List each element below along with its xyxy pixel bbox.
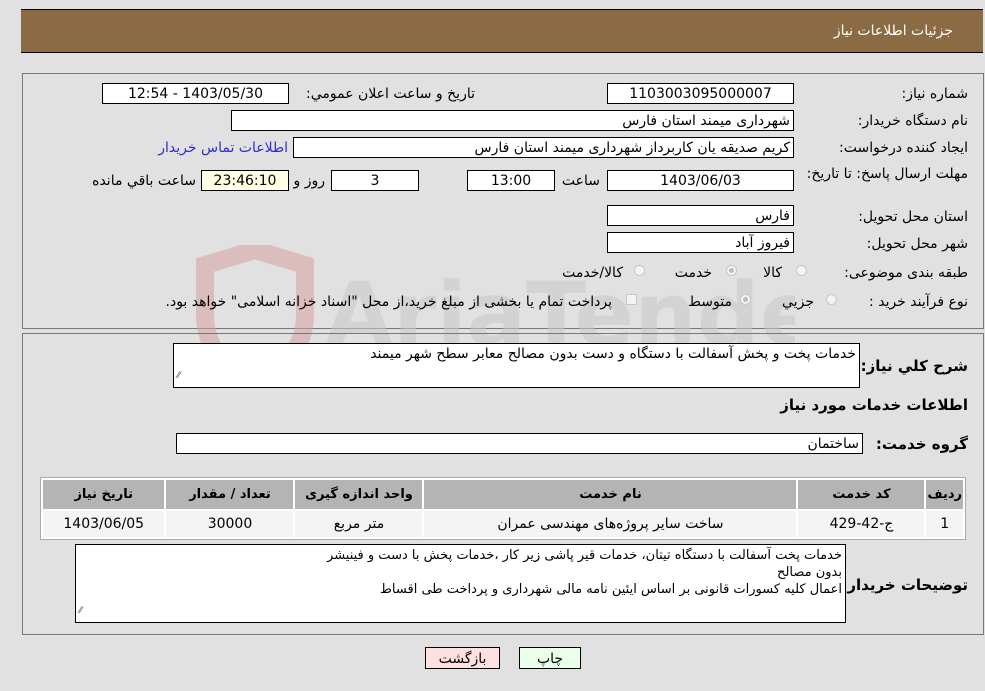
col-service-code: کد خدمت [798,480,925,509]
print-button[interactable]: چاپ [519,647,581,669]
col-service-name: نام خدمت [424,480,797,509]
col-quantity: تعداد / مقدار [166,480,294,509]
table-header-row: ردیف کد خدمت نام خدمت واحد اندازه گیری ت… [43,480,963,509]
creator-field: کریم صدیقه یان کاربرداز شهرداری میمند اس… [293,137,794,158]
announce-label: تاریخ و ساعت اعلان عمومي: [306,86,475,102]
cell-row-number: 1 [926,511,963,537]
cell-service-code: ج-42-429 [798,511,925,537]
time-remaining-label: ساعت باقي مانده [92,173,196,189]
time-remaining-field: 23:46:10 [201,170,289,191]
creator-label: ایجاد کننده درخواست: [839,140,968,156]
process-option-minor: جزيي [782,294,814,310]
services-section-title: اطلاعات خدمات مورد نیاز [780,396,968,414]
services-table: ردیف کد خدمت نام خدمت واحد اندازه گیری ت… [40,477,966,540]
process-option-medium: متوسط [688,294,732,310]
deadline-time-field: 13:00 [467,170,555,191]
days-remaining-field: 3 [331,170,419,191]
category-option-goods: کالا [763,265,782,281]
deadline-time-label: ساعت [561,173,600,189]
service-group-label: گروه خدمت: [875,435,968,453]
province-label: استان محل تحویل: [858,209,968,225]
city-label: شهر محل تحویل: [866,236,968,252]
deadline-date-field: 1403/06/03 [607,170,794,191]
category-radio-goods-service[interactable] [634,265,645,276]
buyer-org-field: شهرداری میمند استان فارس [231,110,794,131]
category-label: طبقه بندی موضوعی: [844,265,968,281]
buyer-notes-line: خدمات پخت آسفالت با دستگاه تیتان، خدمات … [327,548,842,563]
buyer-notes-textarea[interactable]: خدمات پخت آسفالت با دستگاه تیتان، خدمات … [75,544,846,623]
process-type-label: نوع فرآیند خرید : [869,294,968,310]
cell-service-name: ساخت سایر پروژه‌های مهندسی عمران [424,511,797,537]
treasury-checkbox[interactable] [626,294,637,305]
announce-datetime-field: 1403/05/30 - 12:54 [102,83,289,104]
cell-need-date: 1403/06/05 [43,511,165,537]
need-number-label: شماره نیاز: [901,86,969,102]
buyer-notes-line: اعمال کلیه کسورات قانونی بر اساس ایئین ن… [379,582,842,597]
deadline-label: مهلت ارسال پاسخ: تا تاریخ: [806,166,968,182]
category-option-goods-service: کالا/خدمت [562,265,623,281]
category-radio-goods[interactable] [796,265,807,276]
process-radio-medium[interactable] [740,294,751,305]
city-field: فیروز آباد [607,232,794,253]
col-row-number: ردیف [926,480,963,509]
category-option-service: خدمت [674,265,712,281]
buyer-notes-line: بدون مصالح [777,565,842,580]
buyer-contact-link[interactable]: اطلاعات تماس خریدار [158,140,288,156]
buyer-notes-label: توضیحات خریدار: [841,576,968,594]
need-number-field: 1103003095000007 [607,83,794,104]
resize-grip-icon[interactable]: ⁄⁄ [177,368,180,385]
buyer-org-label: نام دستگاه خریدار: [857,113,968,129]
resize-grip-icon[interactable]: ⁄⁄ [79,603,82,620]
treasury-note: پرداخت تمام یا بخشی از مبلغ خرید،از محل … [165,294,612,310]
summary-text: خدمات پخت و پخش آسفالت با دستگاه و دست ب… [370,346,856,362]
page-header: جزئیات اطلاعات نیاز [21,9,983,53]
province-field: فارس [607,205,794,226]
table-row: 1 ج-42-429 ساخت سایر پروژه‌های مهندسی عم… [43,511,963,537]
page-title: جزئیات اطلاعات نیاز [833,23,953,39]
days-label: روز و [293,173,326,189]
summary-textarea[interactable]: خدمات پخت و پخش آسفالت با دستگاه و دست ب… [173,343,860,388]
service-group-field: ساختمان [176,433,863,454]
cell-quantity: 30000 [166,511,294,537]
cell-unit: متر مربع [295,511,423,537]
category-radio-service[interactable] [726,265,737,276]
summary-label: شرح کلي نیاز: [860,357,968,375]
col-need-date: تاریخ نیاز [43,480,165,509]
back-button[interactable]: بازگشت [425,647,500,669]
col-unit: واحد اندازه گیری [295,480,423,509]
process-radio-minor[interactable] [826,294,837,305]
